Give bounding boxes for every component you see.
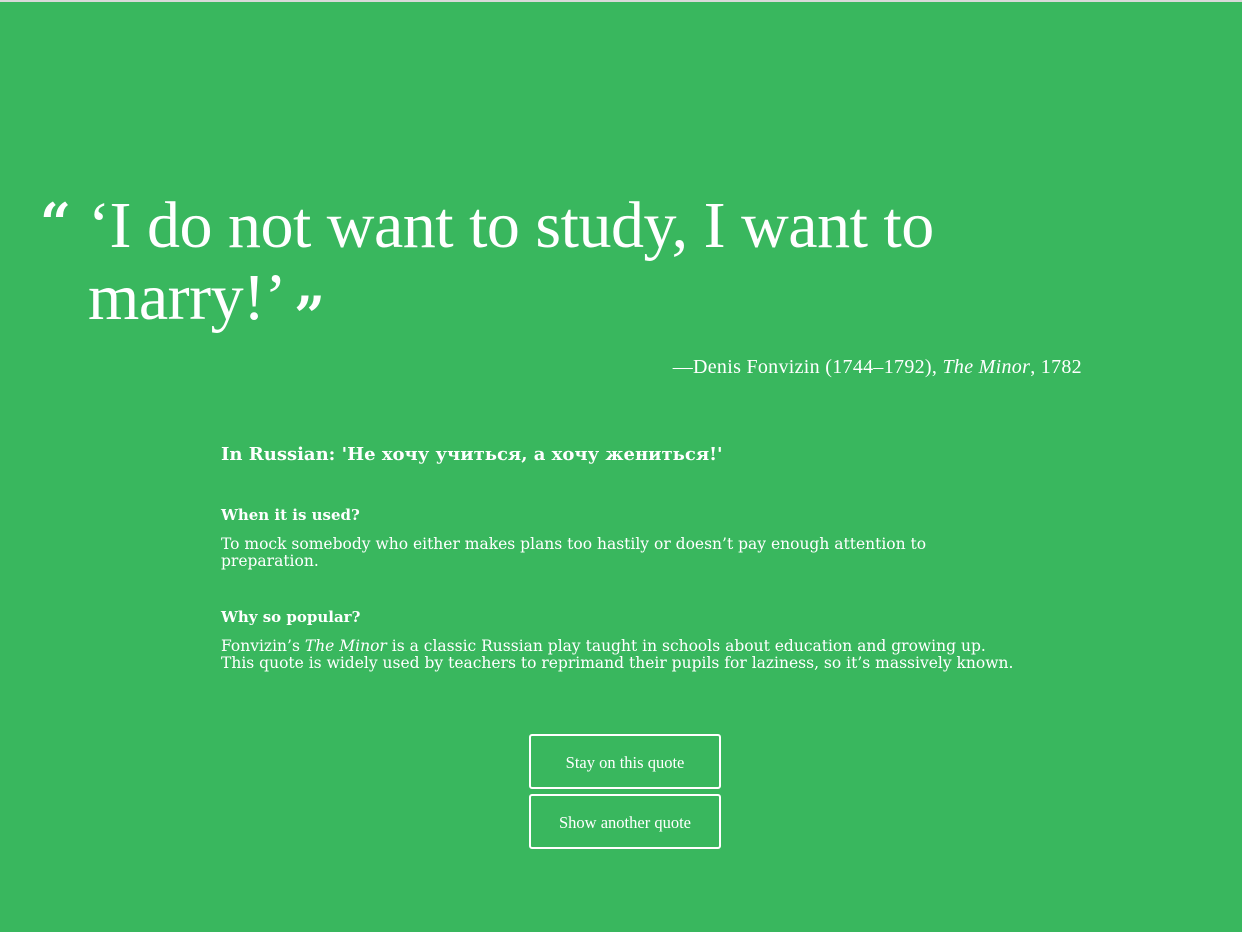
- stay-on-quote-button[interactable]: Stay on this quote: [529, 734, 721, 789]
- quote-text: “ ‘I do not want to study, I want to marr…: [40, 189, 1100, 344]
- why-popular-text-prefix: Fonvizin’s: [221, 637, 305, 655]
- close-quote-icon: ”: [294, 284, 325, 348]
- quote-block: “ ‘I do not want to study, I want to marr…: [40, 189, 1100, 344]
- attribution-year: , 1782: [1030, 356, 1082, 378]
- quote-actions: Stay on this quote Show another quote: [529, 734, 721, 854]
- russian-translation: In Russian: 'Не хочу учиться, а хочу жен…: [221, 444, 723, 465]
- quote-body: ‘I do not want to study, I want to marry…: [88, 189, 934, 334]
- attribution-work: The Minor: [942, 356, 1031, 378]
- attribution-author: —Denis Fonvizin (1744–1792),: [672, 356, 943, 378]
- why-popular-text-work: The Minor: [304, 637, 387, 655]
- why-popular-title: Why so popular?: [221, 608, 361, 626]
- when-used-title: When it is used?: [221, 506, 360, 524]
- quote-attribution: —Denis Fonvizin (1744–1792), The Minor, …: [673, 356, 1082, 379]
- show-another-quote-button[interactable]: Show another quote: [529, 794, 721, 849]
- why-popular-text: Fonvizin’s The Minor is a classic Russia…: [221, 638, 1021, 672]
- top-border: [0, 0, 1242, 2]
- open-quote-icon: “: [40, 191, 71, 255]
- when-used-text: To mock somebody who either makes plans …: [221, 535, 927, 570]
- quote-details: In Russian: 'Не хочу учиться, а хочу жен…: [221, 444, 1041, 710]
